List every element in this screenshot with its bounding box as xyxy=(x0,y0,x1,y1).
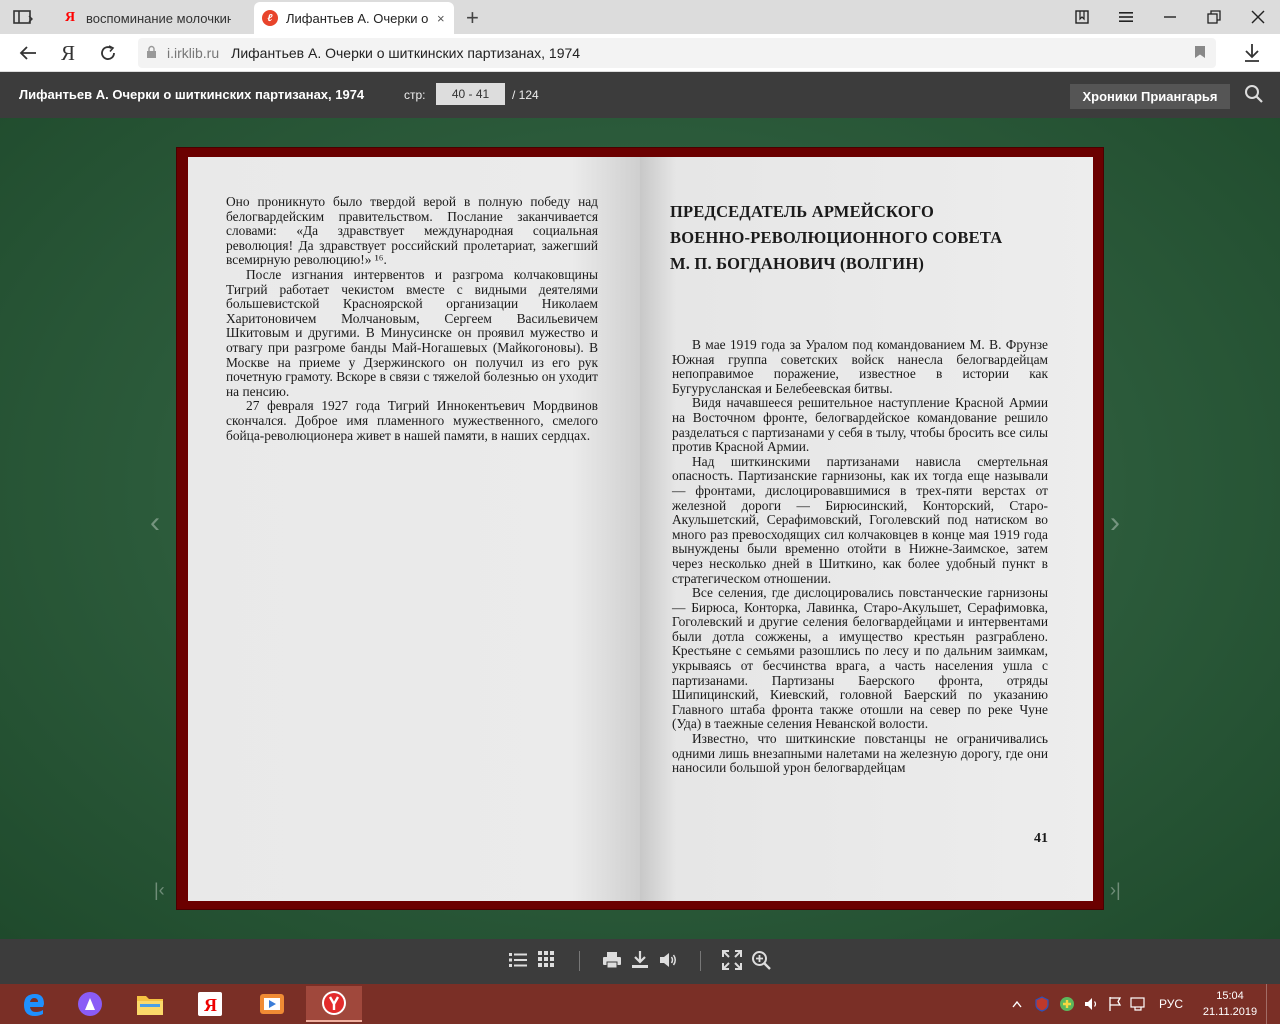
url-page-title: Лифантьев А. Очерки о шиткинских партиза… xyxy=(231,45,581,61)
address-bar: Я i.irklib.ru Лифантьев А. Очерки о шитк… xyxy=(0,34,1280,72)
chapter-title: ПРЕДСЕДАТЕЛЬ АРМЕЙСКОГО ВОЕННО-РЕВОЛЮЦИО… xyxy=(670,199,1030,277)
page-number-input[interactable] xyxy=(436,83,505,105)
book-title: Лифантьев А. Очерки о шиткинских партиза… xyxy=(19,87,365,102)
left-page[interactable]: Оно проникнуто было твердой верой в полн… xyxy=(188,157,640,901)
irklib-favicon-icon: ℓ xyxy=(262,10,278,26)
minimize-icon[interactable] xyxy=(1148,0,1192,34)
show-desktop-button[interactable] xyxy=(1266,984,1280,1024)
antivirus-tray-icon[interactable] xyxy=(1059,984,1075,1024)
search-icon[interactable] xyxy=(1244,84,1266,106)
yandex-browser-active-task-icon[interactable] xyxy=(306,986,362,1022)
tab-inactive[interactable]: Я воспоминание молочкина xyxy=(54,2,254,34)
chapter-title-line: ПРЕДСЕДАТЕЛЬ АРМЕЙСКОГО xyxy=(670,202,935,221)
tab-title: Лифантьев А. Очерки о xyxy=(286,10,429,26)
page-number: 41 xyxy=(1034,831,1048,846)
paragraph: Видя начавшееся решительное наступление … xyxy=(672,395,1048,455)
url-domain: i.irklib.ru xyxy=(167,45,220,61)
close-window-icon[interactable] xyxy=(1236,0,1280,34)
right-page[interactable]: ПРЕДСЕДАТЕЛЬ АРМЕЙСКОГО ВОЕННО-РЕВОЛЮЦИО… xyxy=(640,157,1093,901)
alice-assistant-icon[interactable] xyxy=(62,986,118,1022)
viewer-header: Лифантьев А. Очерки о шиткинских партиза… xyxy=(0,72,1280,118)
last-page-icon[interactable]: ›| xyxy=(1110,880,1121,901)
browser-tab-strip: Я воспоминание молочкина ℓ Лифантьев А. … xyxy=(0,0,1280,34)
edge-icon[interactable] xyxy=(6,986,62,1022)
security-tray-icon[interactable] xyxy=(1034,984,1050,1024)
right-page-text: В мае 1919 года за Уралом под командован… xyxy=(672,337,1048,776)
action-center-flag-icon[interactable] xyxy=(1108,984,1122,1024)
language-indicator[interactable]: РУС xyxy=(1159,984,1183,1024)
chapter-title-line: М. П. БОГДАНОВИЧ (ВОЛГИН) xyxy=(670,254,925,273)
thumbnails-grid-icon[interactable] xyxy=(537,950,559,972)
page-total: / 124 xyxy=(512,88,539,102)
svg-text:Я: Я xyxy=(204,995,217,1015)
paragraph: Все селения, где дислоцировались повстан… xyxy=(672,585,1048,732)
collection-button[interactable]: Хроники Приангарья xyxy=(1070,84,1230,109)
next-page-arrow-icon[interactable]: › xyxy=(1110,506,1120,540)
yandex-browser-task-icon[interactable]: Я xyxy=(182,986,238,1022)
table-of-contents-icon[interactable] xyxy=(508,950,530,972)
media-player-icon[interactable] xyxy=(244,986,300,1022)
tabs-menu-icon[interactable] xyxy=(12,7,34,27)
browser-menu-icon[interactable] xyxy=(1104,0,1148,34)
taskbar-clock[interactable]: 15:04 21.11.2019 xyxy=(1200,988,1260,1020)
print-icon[interactable] xyxy=(602,950,624,972)
toolbar-divider xyxy=(700,951,701,971)
paragraph: Известно, что шиткинские повстанцы не ог… xyxy=(672,731,1048,776)
left-page-text: Оно проникнуто было твердой верой в полн… xyxy=(226,194,598,443)
bookmark-icon[interactable] xyxy=(1194,45,1206,62)
downloads-icon[interactable] xyxy=(1238,40,1266,66)
new-tab-button[interactable]: + xyxy=(466,5,479,31)
sound-icon[interactable] xyxy=(658,950,680,972)
yandex-favicon-icon: Я xyxy=(64,10,76,25)
paragraph: Оно проникнуто было твердой верой в полн… xyxy=(226,194,598,268)
tab-close-icon[interactable]: × xyxy=(437,11,445,26)
book-viewer: ‹ › |‹ ›| Оно проникнуто было твердой ве… xyxy=(0,118,1280,939)
paragraph: В мае 1919 года за Уралом под командован… xyxy=(672,337,1048,396)
viewer-toolbar xyxy=(0,939,1280,984)
windows-taskbar: Я РУС 15:04 21.11.2019 xyxy=(0,984,1280,1024)
tab-title: воспоминание молочкина xyxy=(86,10,231,26)
back-button[interactable] xyxy=(14,40,42,66)
page-label: стр: xyxy=(404,88,426,102)
first-page-icon[interactable]: |‹ xyxy=(154,880,165,901)
download-icon[interactable] xyxy=(630,950,652,972)
prev-page-arrow-icon[interactable]: ‹ xyxy=(150,506,160,540)
book-spread: Оно проникнуто было твердой верой в полн… xyxy=(176,147,1104,910)
lock-icon xyxy=(146,45,157,62)
file-explorer-icon[interactable] xyxy=(122,986,178,1022)
zoom-in-icon[interactable] xyxy=(751,950,773,972)
paragraph: После изгнания интервентов и разгрома ко… xyxy=(226,266,598,399)
tray-overflow-icon[interactable] xyxy=(1012,984,1022,1024)
clock-time: 15:04 xyxy=(1216,990,1244,1002)
bookmarks-panel-icon[interactable] xyxy=(1060,0,1104,34)
volume-tray-icon[interactable] xyxy=(1084,984,1100,1024)
paragraph: 27 февраля 1927 года Тигрий Иннокентьеви… xyxy=(226,398,598,443)
toolbar-divider xyxy=(579,951,580,971)
fullscreen-icon[interactable] xyxy=(722,950,744,972)
window-controls xyxy=(1060,0,1280,34)
url-field[interactable]: i.irklib.ru Лифантьев А. Очерки о шиткин… xyxy=(138,38,1216,68)
tab-active[interactable]: ℓ Лифантьев А. Очерки о × xyxy=(254,2,454,34)
chapter-title-line: ВОЕННО-РЕВОЛЮЦИОННОГО СОВЕТА xyxy=(670,228,1003,247)
clock-date: 21.11.2019 xyxy=(1202,1006,1258,1018)
restore-icon[interactable] xyxy=(1192,0,1236,34)
reload-button[interactable] xyxy=(94,40,122,66)
paragraph: Над шиткинскими партизанами нависла смер… xyxy=(672,453,1048,586)
network-tray-icon[interactable] xyxy=(1130,984,1148,1024)
yandex-home-icon[interactable]: Я xyxy=(54,40,82,66)
